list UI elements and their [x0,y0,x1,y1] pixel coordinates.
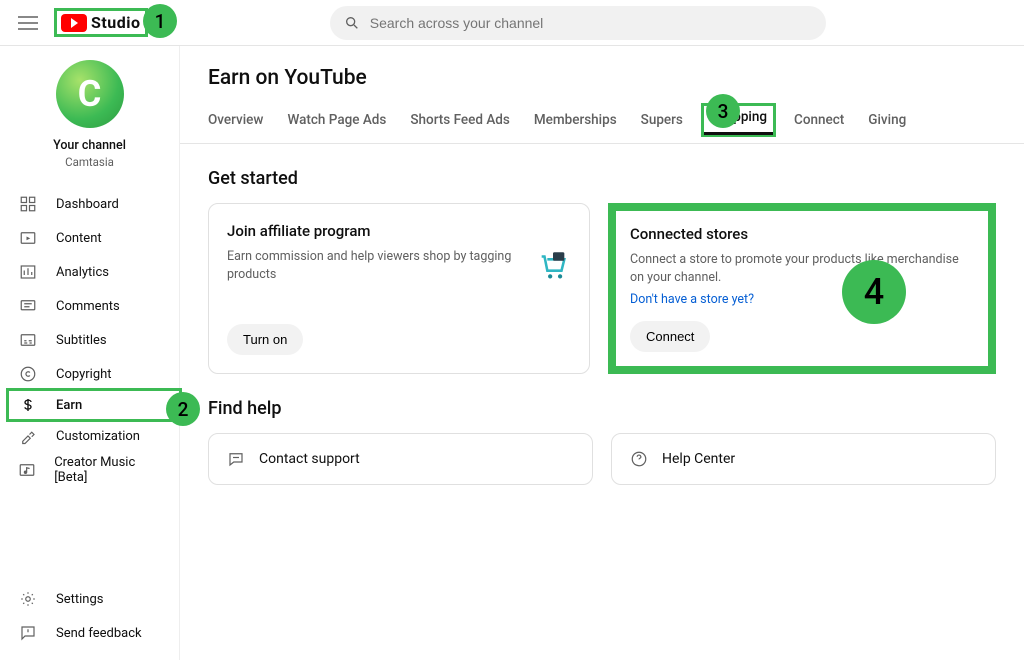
sidebar-bottom: Settings Send feedback [0,576,179,660]
sidebar-item-analytics[interactable]: Analytics [0,255,179,289]
hamburger-icon [18,16,38,30]
content-icon [18,228,38,248]
channel-title: Your channel [53,138,126,153]
affiliate-card-desc: Earn commission and help viewers shop by… [227,248,525,283]
sidebar-item-dashboard[interactable]: Dashboard [0,187,179,221]
tab-memberships[interactable]: Memberships [534,106,617,143]
affiliate-card: Join affiliate program Earn commission a… [208,203,590,374]
sidebar-item-creator-music[interactable]: Creator Music [Beta] [0,453,179,487]
tab-shorts-feed-ads[interactable]: Shorts Feed Ads [410,106,509,143]
avatar-letter: C [78,73,102,115]
channel-subtitle: Camtasia [65,155,114,169]
tab-giving[interactable]: Giving [868,106,906,143]
dashboard-icon [18,194,38,214]
sidebar-item-label: Send feedback [56,626,142,641]
search-input[interactable] [370,15,812,31]
sidebar-item-label: Subtitles [56,333,107,348]
studio-logo-text: Studio [91,13,141,32]
comments-icon [18,296,38,316]
sidebar-item-label: Dashboard [56,197,119,212]
sidebar: C Your channel Camtasia Dashboard Conten… [0,46,180,660]
gear-icon [18,589,38,609]
shopping-cart-icon [535,248,571,283]
sidebar-item-feedback[interactable]: Send feedback [0,616,179,650]
sidebar-item-label: Comments [56,299,120,314]
section-find-help-title: Find help [208,398,996,419]
turn-on-button[interactable]: Turn on [227,324,303,355]
sidebar-item-label: Copyright [56,367,112,382]
section-get-started-title: Get started [208,168,996,189]
sidebar-item-copyright[interactable]: Copyright [0,357,179,391]
tab-overview[interactable]: Overview [208,106,263,143]
help-center-card[interactable]: Help Center [611,433,996,485]
connect-button[interactable]: Connect [630,321,710,352]
sidebar-item-earn[interactable]: Earn [6,388,182,422]
sidebar-item-comments[interactable]: Comments [0,289,179,323]
sidebar-item-settings[interactable]: Settings [0,582,179,616]
page-title: Earn on YouTube [208,66,996,90]
sidebar-item-label: Analytics [56,265,109,280]
sidebar-item-customization[interactable]: Customization [0,419,179,453]
tabs: Overview Watch Page Ads Shorts Feed Ads … [180,106,1024,144]
search-wrap [330,6,826,40]
sidebar-item-label: Settings [56,592,103,607]
get-started-cards: Join affiliate program Earn commission a… [208,203,996,374]
studio-logo[interactable]: Studio [54,8,148,37]
tab-shopping[interactable]: Shopping [701,103,776,137]
search-bar[interactable] [330,6,826,40]
connected-stores-desc: Connect a store to promote your products… [630,251,974,286]
sidebar-nav: Dashboard Content Analytics Comments Sub… [0,181,179,576]
connected-stores-title: Connected stores [630,225,974,243]
subtitles-icon [18,330,38,350]
contact-support-label: Contact support [259,451,360,467]
tab-connect[interactable]: Connect [794,106,844,143]
hamburger-menu-button[interactable] [16,11,40,35]
no-store-link[interactable]: Don't have a store yet? [630,292,974,307]
feedback-icon [18,623,38,643]
channel-profile[interactable]: C Your channel Camtasia [0,46,179,181]
connected-stores-card: Connected stores Connect a store to prom… [608,203,996,374]
search-icon [344,15,360,31]
header: Studio [0,0,1024,46]
tab-supers[interactable]: Supers [641,106,683,143]
sidebar-item-label: Creator Music [Beta] [54,455,161,485]
copyright-icon [18,364,38,384]
chat-icon [225,448,247,470]
sidebar-item-label: Earn [56,398,82,413]
customization-icon [18,426,38,446]
music-icon [18,460,36,480]
avatar: C [56,60,124,128]
contact-support-card[interactable]: Contact support [208,433,593,485]
help-center-label: Help Center [662,451,735,467]
find-help-cards: Contact support Help Center [208,433,996,485]
earn-icon [18,395,38,415]
sidebar-item-subtitles[interactable]: Subtitles [0,323,179,357]
main-content: Earn on YouTube Overview Watch Page Ads … [180,46,1024,660]
sidebar-item-label: Content [56,231,102,246]
affiliate-card-title: Join affiliate program [227,222,571,240]
analytics-icon [18,262,38,282]
sidebar-item-content[interactable]: Content [0,221,179,255]
help-icon [628,448,650,470]
youtube-play-icon [61,14,87,32]
sidebar-item-label: Customization [56,429,140,444]
tab-watch-page-ads[interactable]: Watch Page Ads [287,106,386,143]
